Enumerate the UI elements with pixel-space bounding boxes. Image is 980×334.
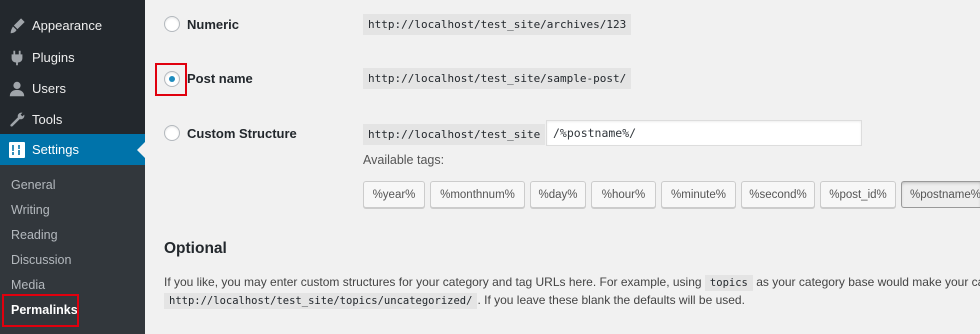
custom-base-url: http://localhost/test_site <box>363 124 546 145</box>
admin-sidebar: Appearance Plugins Users Tools Settings … <box>0 0 145 334</box>
optional-heading: Optional <box>164 240 227 257</box>
post-name-highlight-box <box>155 63 187 96</box>
menu-item-tools[interactable]: Tools <box>0 104 145 135</box>
menu-label: Appearance <box>32 18 103 33</box>
custom-structure-label[interactable]: Custom Structure <box>187 126 297 141</box>
wrench-icon <box>0 111 34 129</box>
menu-item-appearance[interactable]: Appearance <box>0 10 145 41</box>
menu-label: Tools <box>32 112 63 127</box>
menu-label: Users <box>32 81 66 96</box>
inline-code-topics: topics <box>704 275 753 291</box>
menu-label: Plugins <box>32 50 75 65</box>
description-text: as your category base would make your ca… <box>756 275 980 289</box>
tag-monthnum-button[interactable]: %monthnum% <box>430 181 525 208</box>
submenu-discussion[interactable]: Discussion <box>11 253 71 267</box>
permalinks-highlight-box <box>2 294 79 327</box>
tag-second-button[interactable]: %second% <box>741 181 815 208</box>
plug-icon <box>0 49 34 67</box>
menu-label: Settings <box>32 142 79 157</box>
numeric-label[interactable]: Numeric <box>187 17 239 32</box>
post-name-label[interactable]: Post name <box>187 71 253 86</box>
menu-item-users[interactable]: Users <box>0 73 145 104</box>
description-text: If you like, you may enter custom struct… <box>164 275 702 289</box>
tag-year-button[interactable]: %year% <box>363 181 425 208</box>
numeric-radio[interactable] <box>164 16 180 32</box>
submenu-media[interactable]: Media <box>11 278 45 292</box>
user-icon <box>0 80 34 98</box>
optional-description-line1: If you like, you may enter custom struct… <box>164 275 980 291</box>
paintbrush-icon <box>0 17 34 35</box>
settings-icon <box>0 141 34 158</box>
tag-hour-button[interactable]: %hour% <box>591 181 656 208</box>
tag-postname-button[interactable]: %postname% <box>901 181 980 208</box>
tag-minute-button[interactable]: %minute% <box>661 181 736 208</box>
optional-description-line2: http://localhost/test_site/topics/uncate… <box>164 293 745 309</box>
submenu-writing[interactable]: Writing <box>11 203 50 217</box>
tag-day-button[interactable]: %day% <box>530 181 586 208</box>
active-arrow <box>137 142 145 158</box>
submenu-reading[interactable]: Reading <box>11 228 58 242</box>
custom-structure-input[interactable]: /%postname%/ <box>546 120 862 146</box>
inline-code-example-url: http://localhost/test_site/topics/uncate… <box>164 293 478 309</box>
menu-item-settings[interactable]: Settings <box>0 134 145 165</box>
tag-post-id-button[interactable]: %post_id% <box>820 181 896 208</box>
custom-structure-radio[interactable] <box>164 125 180 141</box>
available-tags-label: Available tags: <box>363 153 445 167</box>
description-text: . If you leave these blank the defaults … <box>477 293 745 307</box>
post-name-example-url: http://localhost/test_site/sample-post/ <box>363 68 632 89</box>
submenu-general[interactable]: General <box>11 178 55 192</box>
numeric-example-url: http://localhost/test_site/archives/123 <box>363 14 632 35</box>
menu-item-plugins[interactable]: Plugins <box>0 42 145 73</box>
